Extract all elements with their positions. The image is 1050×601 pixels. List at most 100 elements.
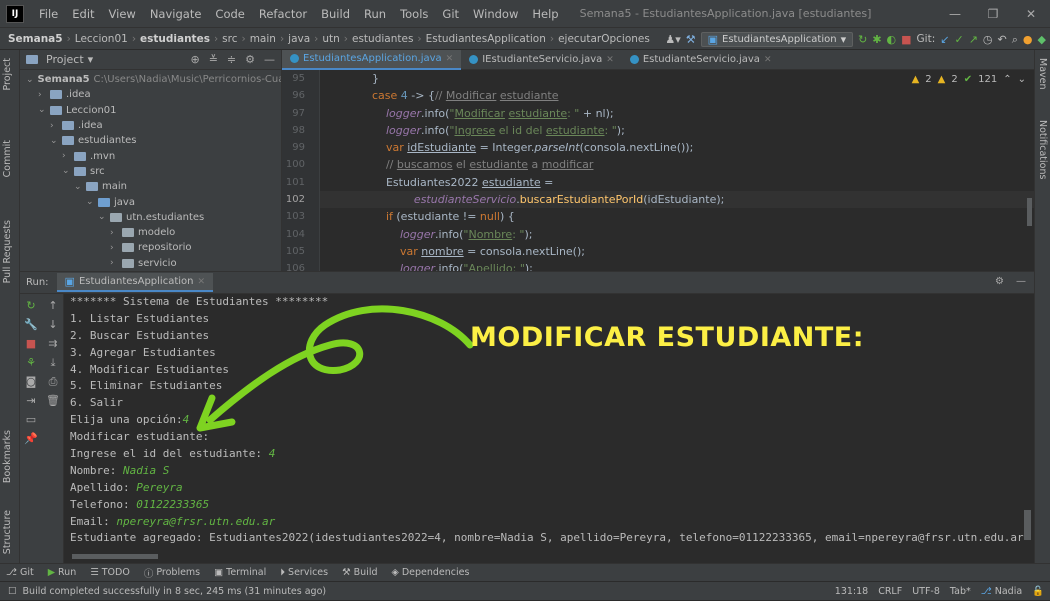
stop-icon[interactable]: ■ [26,336,36,352]
chevron-right-icon[interactable]: › [38,90,50,100]
scroll-down-icon[interactable]: ↓ [48,317,57,333]
hide-icon[interactable]: — [1016,276,1026,287]
run-bottom-tab[interactable]: ▶ Run [48,567,77,578]
pin-tab-icon[interactable]: ⚘ [26,355,36,371]
chevron-down-icon[interactable]: ⌄ [98,212,110,222]
tree-item[interactable]: › .idea [20,87,281,102]
jetbrains-icon[interactable]: ◆ [1038,34,1046,45]
coverage-icon[interactable]: ◐ [887,34,897,45]
menu-item-tools[interactable]: Tools [393,7,435,21]
line-separator[interactable]: CRLF [878,586,902,597]
breadcrumb-item[interactable]: EstudiantesApplication [424,33,548,45]
close-icon[interactable]: ✕ [606,55,614,65]
expand-all-icon[interactable]: ≚ [209,53,218,66]
structure-side-tab[interactable]: Structure [2,510,13,554]
menu-item-build[interactable]: Build [314,7,357,21]
chevron-right-icon[interactable]: › [50,121,62,131]
notifications-side-tab[interactable]: Notifications [1037,120,1048,179]
chevron-up-icon[interactable]: ⌃ [1003,74,1011,85]
layout-icon[interactable]: ▭ [26,412,36,428]
cursor-position[interactable]: 131:18 [835,586,868,597]
locate-icon[interactable]: ⊕ [190,53,199,66]
menu-item-file[interactable]: File [32,7,65,21]
tree-item[interactable]: › repositorio [20,240,281,255]
tree-item[interactable]: › servicio [20,256,281,271]
stop-icon[interactable]: ■ [901,34,911,45]
chevron-right-icon[interactable]: › [62,151,74,161]
editor-tab[interactable]: EstudiantesApplication.java ✕ [282,49,462,70]
gear-icon[interactable]: ⚙ [245,53,255,66]
pull-requests-side-tab[interactable]: Pull Requests [2,220,13,283]
menu-item-code[interactable]: Code [208,7,251,21]
inspection-widget[interactable]: ▲ 2 ▲ 2 ✔ 121 ⌃ ⌄ [912,74,1026,85]
breadcrumb-item[interactable]: estudiantes [350,33,415,45]
print-icon[interactable]: ⎙ [49,374,58,390]
debug-icon[interactable]: ✱ [872,34,881,45]
tree-item[interactable]: › modelo [20,225,281,240]
restore-button[interactable]: ❐ [974,0,1012,28]
chevron-down-icon[interactable]: ⌄ [74,182,86,192]
gear-icon[interactable]: ⚙ [995,276,1004,287]
history-icon[interactable]: ◷ [983,34,993,45]
git-push-icon[interactable]: ↗ [969,34,978,45]
project-view-selector[interactable]: Project ▾ [26,53,93,66]
services-tab[interactable]: ⏵ Services [280,567,328,578]
scroll-up-icon[interactable]: ↑ [48,298,57,314]
exit-icon[interactable]: ⇥ [26,393,35,409]
git-commit-icon[interactable]: ✓ [954,34,963,45]
menu-item-git[interactable]: Git [435,7,466,21]
code-area[interactable]: } case 4 -> {// Modificar estudiante log… [320,70,1034,271]
breadcrumb-item[interactable]: main [248,33,278,45]
rerun-icon[interactable]: ↻ [26,298,35,314]
soft-wrap-icon[interactable]: ⇉ [48,336,57,352]
console-hscrollbar[interactable] [72,554,158,559]
lock-icon[interactable]: 🔓 [1032,586,1044,597]
close-icon[interactable]: ✕ [764,55,772,65]
scroll-to-end-icon[interactable]: ⤓ [51,355,56,371]
dependencies-tab[interactable]: ◈ Dependencies [392,567,470,578]
close-window-button[interactable]: ✕ [1012,0,1050,28]
rerun-icon[interactable]: ↻ [858,34,867,45]
tree-item[interactable]: ⌄ Leccion01 [20,103,281,118]
chevron-down-icon[interactable]: ⌄ [50,136,62,146]
tree-item[interactable]: ⌄ estudiantes [20,133,281,148]
tree-item[interactable]: › .idea [20,118,281,133]
menu-item-window[interactable]: Window [466,7,525,21]
tree-item[interactable]: ⌄ utn.estudiantes [20,210,281,225]
chevron-right-icon[interactable]: › [110,258,122,268]
problems-tab[interactable]: ⓘ Problems [144,566,200,580]
menu-item-refactor[interactable]: Refactor [252,7,314,21]
todo-tab[interactable]: ☰ TODO [90,567,130,578]
breadcrumb-item[interactable]: estudiantes [138,33,212,45]
rollback-icon[interactable]: ↶ [998,34,1007,45]
collapse-all-icon[interactable]: ≑ [227,53,236,66]
run-tab[interactable]: ▣ EstudiantesApplication ✕ [56,273,214,292]
git-tab[interactable]: ⎇ Git [6,567,34,578]
indent-setting[interactable]: Tab* [950,586,971,597]
git-user[interactable]: ⎇ Nadia [981,586,1022,597]
breadcrumb-item[interactable]: Semana5 [6,33,65,45]
git-update-icon[interactable]: ↙ [940,34,949,45]
file-encoding[interactable]: UTF-8 [912,586,940,597]
status-message[interactable]: Build completed successfully in 8 sec, 2… [23,586,327,597]
chevron-down-icon[interactable]: ⌄ [86,197,98,207]
chevron-down-icon[interactable]: ⌄ [1018,74,1026,85]
tree-item[interactable]: › .mvn [20,148,281,163]
trash-icon[interactable]: 🗑 [46,393,60,409]
menu-item-navigate[interactable]: Navigate [143,7,209,21]
editor-tab[interactable]: IEstudianteServicio.java ✕ [461,50,622,70]
close-icon[interactable]: ✕ [446,54,454,64]
bookmarks-side-tab[interactable]: Bookmarks [2,430,13,483]
search-icon[interactable]: ⌕ [1012,34,1018,45]
tree-item[interactable]: ⌄ java [20,194,281,209]
console-scrollbar[interactable] [1024,510,1031,540]
pin-icon[interactable]: 📌 [24,431,38,447]
hide-icon[interactable]: — [264,53,275,66]
maven-side-tab[interactable]: Maven [1037,58,1048,90]
wrench-icon[interactable]: 🔧 [24,317,38,333]
menu-item-edit[interactable]: Edit [65,7,101,21]
breadcrumb-item[interactable]: Leccion01 [73,33,130,45]
menu-item-run[interactable]: Run [357,7,393,21]
chevron-right-icon[interactable]: › [110,228,122,238]
tree-item[interactable]: ⌄ main [20,179,281,194]
